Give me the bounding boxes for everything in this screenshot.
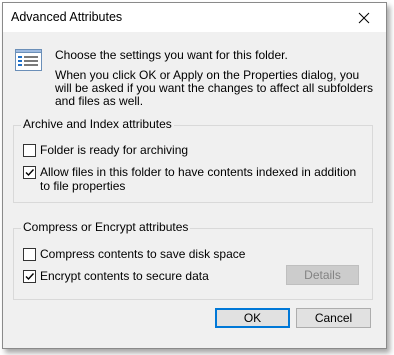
encrypt-checkbox-box[interactable] xyxy=(23,270,36,283)
compress-checkbox-box[interactable] xyxy=(23,248,36,261)
compress-encrypt-group xyxy=(13,228,373,300)
info-text-primary: Choose the settings you want for this fo… xyxy=(55,48,288,62)
compress-encrypt-group-label: Compress or Encrypt attributes xyxy=(21,220,191,234)
details-button[interactable]: Details xyxy=(286,265,359,285)
checkmark-icon xyxy=(25,169,35,177)
compress-label: Compress contents to save disk space xyxy=(40,247,246,261)
folder-ready-label: Folder is ready for archiving xyxy=(40,143,189,157)
cancel-button[interactable]: Cancel xyxy=(296,308,371,328)
info-text-secondary: When you click OK or Apply on the Proper… xyxy=(55,68,373,108)
allow-index-checkbox-box[interactable] xyxy=(23,166,36,179)
archive-index-group-label: Archive and Index attributes xyxy=(21,117,174,131)
title-bar: Advanced Attributes xyxy=(3,3,386,32)
close-button[interactable] xyxy=(342,3,386,32)
folder-ready-archiving-checkbox[interactable]: Folder is ready for archiving xyxy=(23,143,188,157)
allow-index-checkbox[interactable]: Allow files in this folder to have conte… xyxy=(23,165,363,193)
advanced-attributes-dialog: Advanced Attributes Choose the settings … xyxy=(2,2,387,349)
close-icon xyxy=(358,12,370,23)
window-title: Advanced Attributes xyxy=(11,10,123,24)
encrypt-label: Encrypt contents to secure data xyxy=(40,269,209,283)
attributes-list-icon xyxy=(15,49,42,71)
allow-index-label: Allow files in this folder to have conte… xyxy=(40,165,357,193)
checkmark-icon xyxy=(25,273,35,281)
ok-button[interactable]: OK xyxy=(215,308,290,328)
folder-ready-checkbox-box[interactable] xyxy=(23,144,36,157)
compress-contents-checkbox[interactable]: Compress contents to save disk space xyxy=(23,247,245,261)
encrypt-contents-checkbox[interactable]: Encrypt contents to secure data xyxy=(23,269,209,283)
